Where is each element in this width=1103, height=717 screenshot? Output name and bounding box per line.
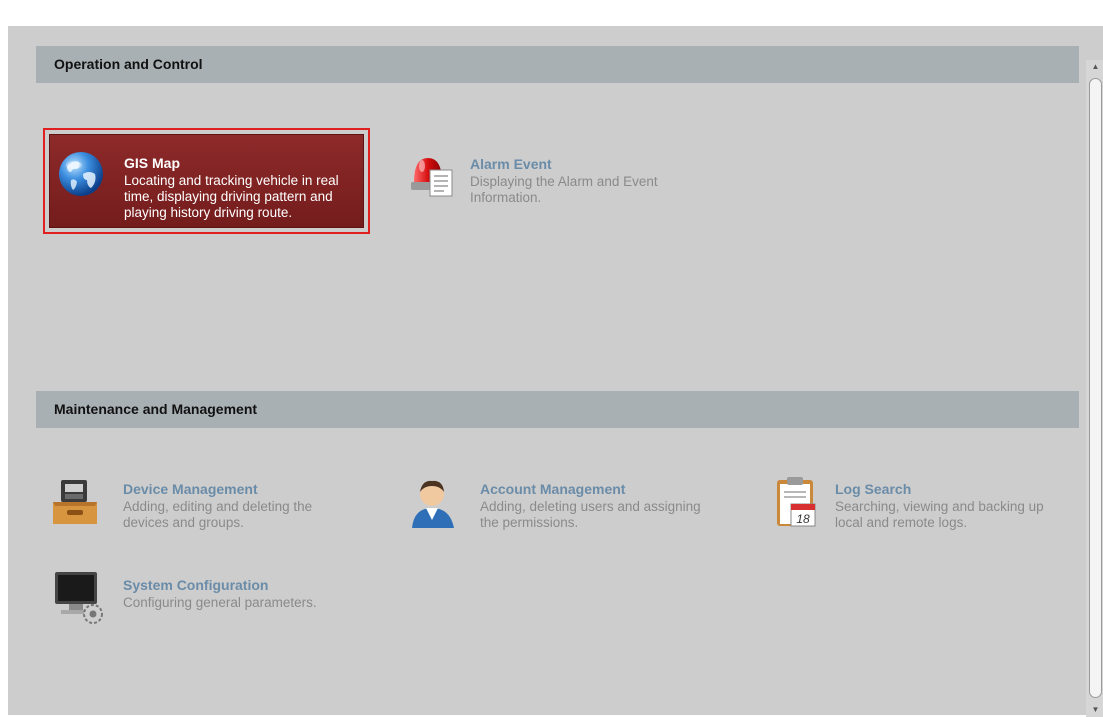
scroll-up-arrow[interactable]: ▲ [1086, 60, 1103, 74]
tile-account-management[interactable]: Account Management Adding, deleting user… [398, 456, 718, 556]
globe-icon [57, 152, 117, 212]
tile-system-configuration[interactable]: System Configuration Configuring general… [43, 550, 363, 650]
scroll-thumb[interactable] [1089, 78, 1102, 698]
tile-title: Device Management [123, 481, 258, 497]
monitor-gear-icon [53, 570, 113, 630]
tile-log-search[interactable]: 18 Log Search Searching, viewing and bac… [753, 456, 1073, 556]
main-panel: Operation and Control GIS Map Locating a… [8, 26, 1103, 717]
tile-device-management[interactable]: Device Management Adding, editing and de… [43, 456, 363, 556]
tile-description: Displaying the Alarm and Event Informati… [470, 174, 658, 205]
tile-description: Configuring general parameters. [123, 595, 317, 610]
section-header-maintenance-management: Maintenance and Management [36, 391, 1079, 428]
tile-description: Adding, deleting users and assigning the… [480, 499, 701, 530]
vertical-scrollbar[interactable]: ▲ ▼ [1086, 60, 1103, 717]
tile-description: Adding, editing and deleting the devices… [123, 499, 313, 530]
tile-description: Searching, viewing and backing up local … [835, 499, 1044, 530]
section-header-operation-control: Operation and Control [36, 46, 1079, 83]
device-box-icon [51, 476, 111, 536]
tile-title: GIS Map [124, 155, 181, 171]
tile-title: Alarm Event [470, 156, 552, 172]
tile-description: Locating and tracking vehicle in real ti… [124, 173, 339, 220]
tile-title: Log Search [835, 481, 912, 497]
tile-title: Account Management [480, 481, 626, 497]
tile-alarm-event[interactable]: Alarm Event Displaying the Alarm and Eve… [398, 130, 718, 230]
tile-title: System Configuration [123, 577, 269, 593]
tile-gis-map[interactable]: GIS Map Locating and tracking vehicle in… [43, 128, 370, 234]
alarm-siren-icon [408, 150, 468, 210]
calendar-day-number: 18 [796, 512, 810, 526]
user-account-icon [410, 476, 470, 536]
calendar-log-icon: 18 [775, 474, 835, 534]
